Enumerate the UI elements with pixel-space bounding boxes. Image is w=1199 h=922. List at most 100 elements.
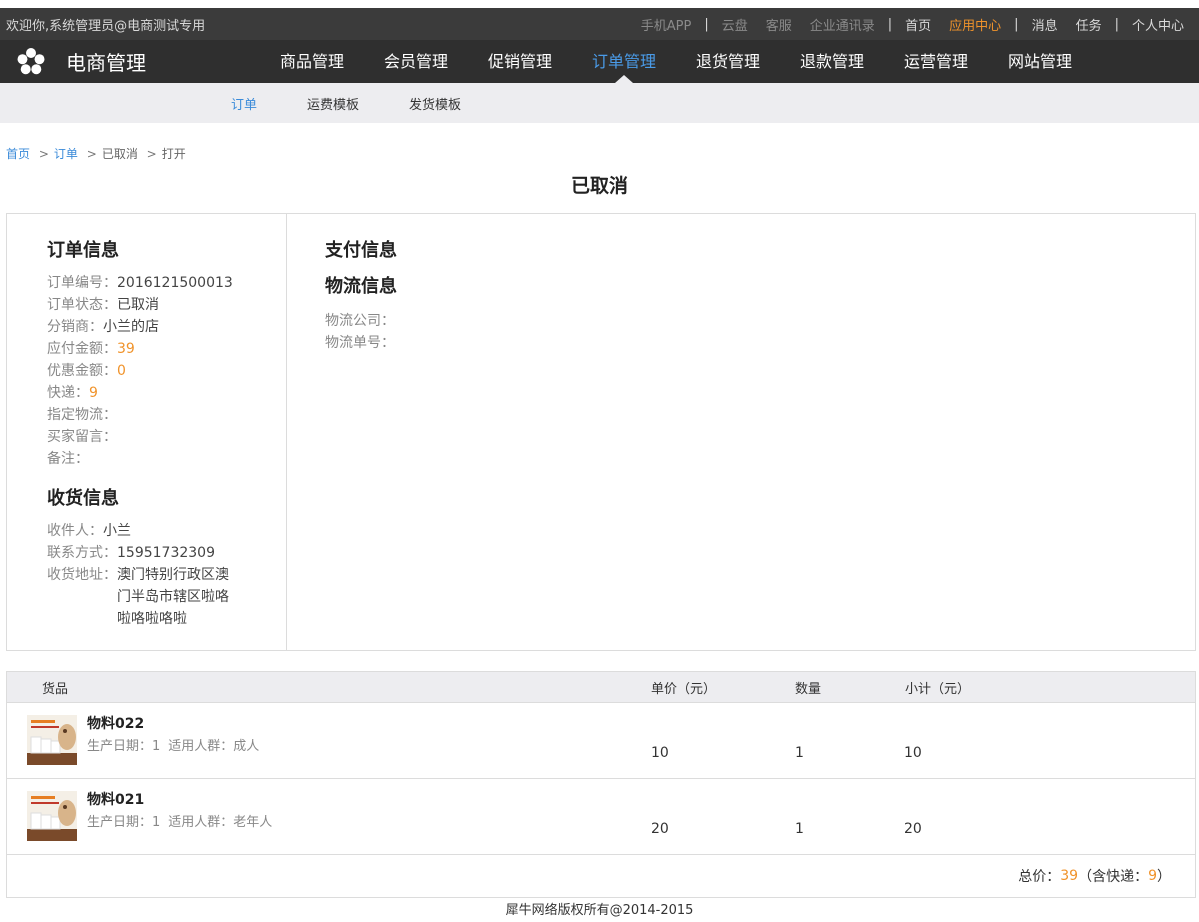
breadcrumb-home[interactable]: 首页 xyxy=(6,147,30,161)
payable-row: 应付金额： 39 xyxy=(47,338,286,360)
quantity: 1 xyxy=(795,821,804,837)
header-price: 单价（元） xyxy=(651,681,717,697)
order-number-label: 订单编号： xyxy=(47,275,117,291)
home-link[interactable]: 首页 xyxy=(896,15,940,34)
personal-center-link[interactable]: 个人中心 xyxy=(1123,15,1193,34)
remark-label: 备注： xyxy=(47,451,89,467)
total-label: 总价： xyxy=(1018,869,1061,885)
express-row: 快递： 9 xyxy=(47,382,286,404)
distributor-value: 小兰的店 xyxy=(103,319,159,335)
order-total: 总价： 39 （含快递： 9） xyxy=(7,855,1195,897)
remark-row: 备注： xyxy=(47,448,286,470)
receiver-phone-row: 联系方式： 15951732309 xyxy=(47,542,286,564)
subnav-delivery-template[interactable]: 发货模板 xyxy=(409,94,461,113)
target-audience: 适用人群：成人 xyxy=(168,739,260,754)
discount-label: 优惠金额： xyxy=(47,363,117,379)
product-name[interactable]: 物料022 xyxy=(87,713,267,733)
payment-info-title: 支付信息 xyxy=(325,240,397,261)
order-number-value: 2016121500013 xyxy=(117,275,233,291)
breadcrumb: 首页 > 订单 > 已取消 > 打开 xyxy=(6,145,186,162)
breadcrumb-current: 打开 xyxy=(161,147,186,161)
discount-row: 优惠金额： 0 xyxy=(47,360,286,382)
tasks-link[interactable]: 任务 xyxy=(1067,15,1111,34)
breadcrumb-separator: > xyxy=(86,147,97,161)
product-thumbnail[interactable] xyxy=(27,791,77,841)
unit-price: 20 xyxy=(651,821,669,837)
product-name[interactable]: 物料021 xyxy=(87,789,280,809)
receiver-phone-value: 15951732309 xyxy=(117,545,215,561)
goods-table: 货品 单价（元） 数量 小计（元） 物料022 生产日期：1 适用人群：成人 10… xyxy=(6,671,1196,898)
product-attributes: 生产日期：1 适用人群：成人 xyxy=(87,735,267,754)
production-date: 生产日期：1 xyxy=(87,739,161,754)
divider: | xyxy=(1014,16,1019,32)
header-qty: 数量 xyxy=(795,681,822,697)
logistics-info-title: 物流信息 xyxy=(325,276,397,297)
app-center-link[interactable]: 应用中心 xyxy=(940,15,1010,34)
receiver-address-row: 收货地址： 澳门特别行政区澳门半岛市辖区啦咯啦咯啦咯啦 xyxy=(47,564,286,630)
header-goods: 货品 xyxy=(42,681,69,697)
product-attributes: 生产日期：1 适用人群：老年人 xyxy=(87,811,280,830)
product-thumbnail[interactable] xyxy=(27,715,77,765)
order-status-label: 订单状态： xyxy=(47,297,117,313)
receiver-name-row: 收件人： 小兰 xyxy=(47,520,286,542)
product-info: 物料022 生产日期：1 适用人群：成人 xyxy=(87,713,267,754)
express-label: 快递： xyxy=(47,385,89,401)
goods-table-header: 货品 单价（元） 数量 小计（元） xyxy=(7,672,1195,703)
brand[interactable]: 电商管理 xyxy=(0,47,260,77)
nav-item-website[interactable]: 网站管理 xyxy=(988,40,1092,83)
top-bar: 欢迎你,系统管理员@电商测试专用 手机APP | 云盘 客服 企业通讯录 | 首… xyxy=(0,0,1199,40)
breadcrumb-status: 已取消 xyxy=(101,147,138,161)
distributor-label: 分销商： xyxy=(47,319,103,335)
customer-service-link[interactable]: 客服 xyxy=(757,15,801,34)
product-info: 物料021 生产日期：1 适用人群：老年人 xyxy=(87,789,280,830)
nav-item-members[interactable]: 会员管理 xyxy=(364,40,468,83)
quantity: 1 xyxy=(795,745,804,761)
buyer-message-label: 买家留言： xyxy=(47,429,117,445)
top-links: 手机APP | 云盘 客服 企业通讯录 | 首页 应用中心 | 消息 任务 | … xyxy=(632,15,1193,34)
nav-item-operations[interactable]: 运营管理 xyxy=(884,40,988,83)
contacts-link[interactable]: 企业通讯录 xyxy=(801,15,884,34)
subnav-shipping-template[interactable]: 运费模板 xyxy=(307,94,359,113)
subtotal: 10 xyxy=(904,745,922,761)
unit-price: 10 xyxy=(651,745,669,761)
order-status-value: 已取消 xyxy=(117,297,159,313)
subtotal: 20 xyxy=(904,821,922,837)
table-row: 物料021 生产日期：1 适用人群：老年人 20 1 20 xyxy=(7,779,1195,855)
order-info-title: 订单信息 xyxy=(47,240,119,261)
nav-item-orders[interactable]: 订单管理 xyxy=(572,40,676,83)
order-info-panel: 订单信息 订单编号： 2016121500013 订单状态： 已取消 分销商： 小兰的… xyxy=(6,213,1196,651)
nav-item-goods[interactable]: 商品管理 xyxy=(260,40,364,83)
nav-item-promotions[interactable]: 促销管理 xyxy=(468,40,572,83)
receiver-name-label: 收件人： xyxy=(47,523,103,539)
order-detail-column: 订单信息 订单编号： 2016121500013 订单状态： 已取消 分销商： 小兰的… xyxy=(7,214,287,650)
subnav-orders[interactable]: 订单 xyxy=(231,94,257,113)
nav-item-returns[interactable]: 退货管理 xyxy=(676,40,780,83)
total-value: 39 xyxy=(1060,868,1079,884)
distributor-row: 分销商： 小兰的店 xyxy=(47,316,286,338)
main-nav: 电商管理 商品管理 会员管理 促销管理 订单管理 退货管理 退款管理 运营管理 … xyxy=(0,40,1199,83)
flower-logo-icon xyxy=(17,47,45,74)
breadcrumb-separator: > xyxy=(146,147,157,161)
brand-title: 电商管理 xyxy=(66,51,146,75)
nav-items: 商品管理 会员管理 促销管理 订单管理 退货管理 退款管理 运营管理 网站管理 xyxy=(260,40,1092,83)
express-value: 9 xyxy=(89,385,98,401)
divider: | xyxy=(887,16,893,32)
mobile-app-link[interactable]: 手机APP xyxy=(632,15,701,34)
order-number-row: 订单编号： 2016121500013 xyxy=(47,272,286,294)
receiver-address-label: 收货地址： xyxy=(47,567,117,583)
order-status-row: 订单状态： 已取消 xyxy=(47,294,286,316)
assigned-logistics-label: 指定物流： xyxy=(47,407,117,423)
assigned-logistics-row: 指定物流： xyxy=(47,404,286,426)
receiver-phone-label: 联系方式： xyxy=(47,545,117,561)
discount-value: 0 xyxy=(117,363,126,379)
breadcrumb-orders[interactable]: 订单 xyxy=(54,147,78,161)
table-row: 物料022 生产日期：1 适用人群：成人 10 1 10 xyxy=(7,703,1195,779)
receiver-info-title: 收货信息 xyxy=(47,488,119,509)
header-subtotal: 小计（元） xyxy=(905,681,971,697)
breadcrumb-separator: > xyxy=(38,147,49,161)
messages-link[interactable]: 消息 xyxy=(1023,15,1067,34)
logistics-company-row: 物流公司： xyxy=(325,310,1195,332)
nav-item-refunds[interactable]: 退款管理 xyxy=(780,40,884,83)
cloud-disk-link[interactable]: 云盘 xyxy=(713,15,757,34)
receiver-address-value: 澳门特别行政区澳门半岛市辖区啦咯啦咯啦咯啦 xyxy=(117,567,229,627)
